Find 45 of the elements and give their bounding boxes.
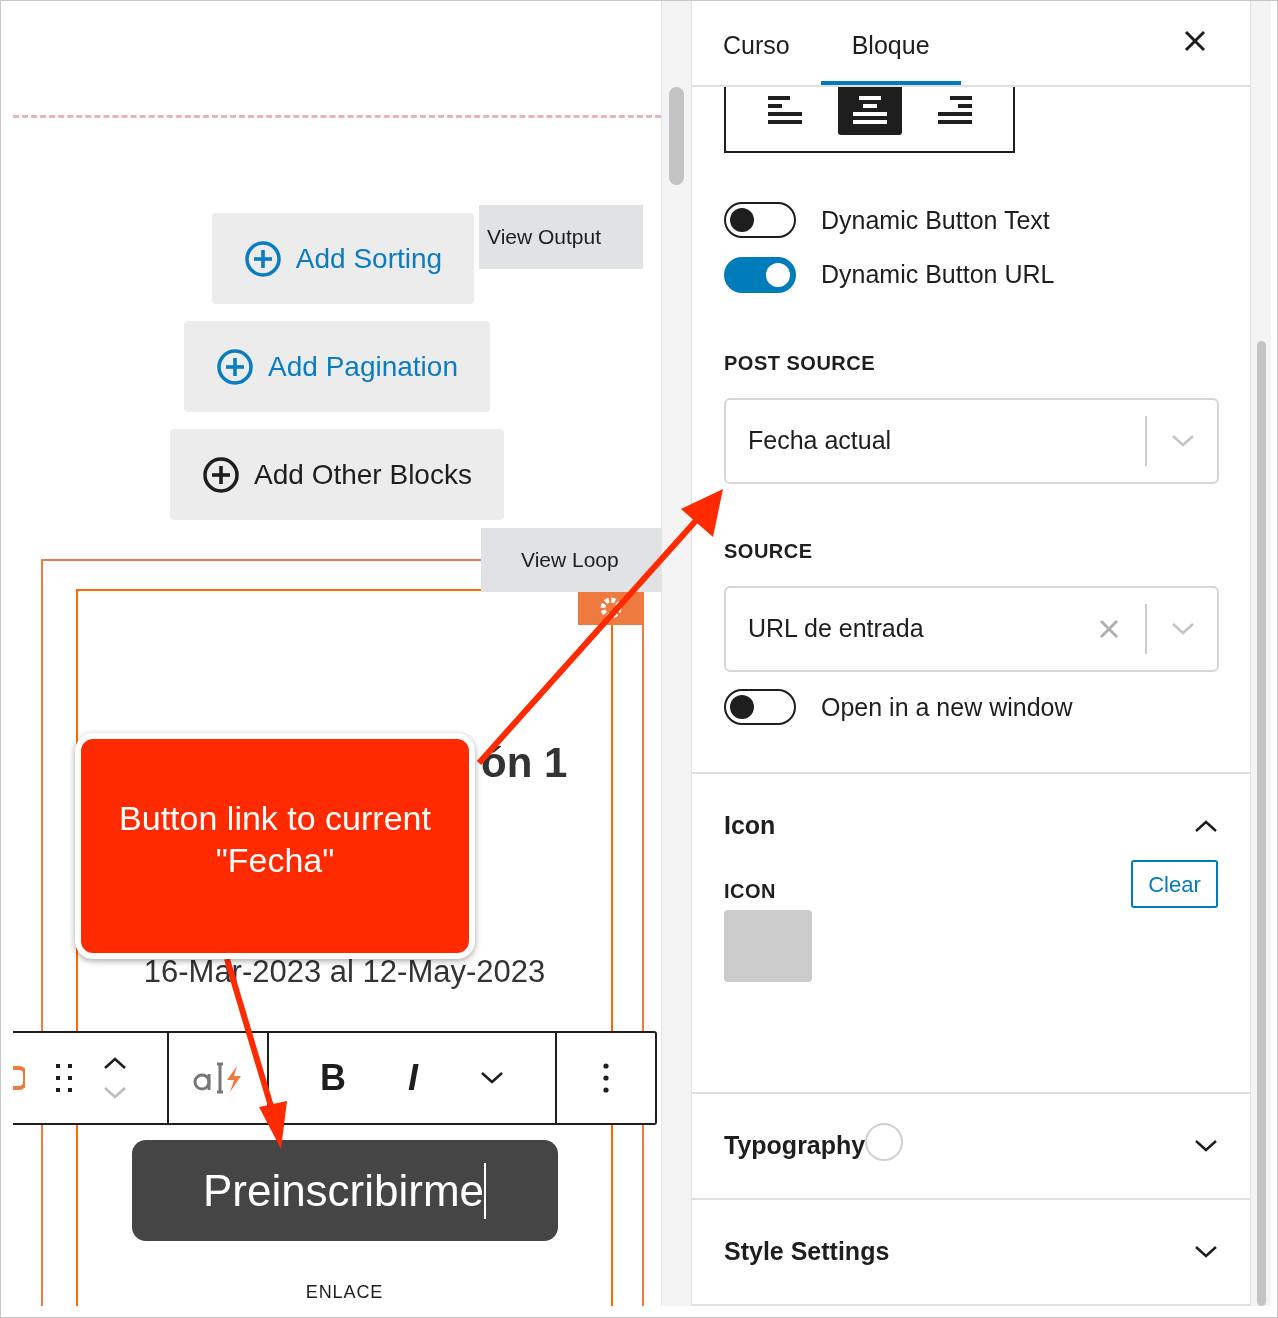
plus-circle-icon bbox=[202, 455, 241, 494]
add-block-button[interactable]: Add Other Blocks bbox=[170, 429, 504, 520]
panel-header[interactable]: Style Settings bbox=[724, 1200, 1218, 1304]
toggle-label: Dynamic Button Text bbox=[821, 204, 1050, 236]
add-block-button[interactable]: Add Sorting bbox=[211, 213, 475, 304]
chevron-down-icon bbox=[1171, 621, 1195, 636]
plus-circle-icon bbox=[243, 239, 282, 278]
dynamic-text-icon[interactable] bbox=[193, 1060, 243, 1096]
field-label: SOURCE bbox=[724, 538, 814, 564]
select-field[interactable]: Fecha actual bbox=[724, 397, 1219, 484]
toggle-label: Dynamic Button URL bbox=[821, 259, 1055, 290]
close-icon[interactable] bbox=[1184, 29, 1206, 52]
preinscribirme-button[interactable]: Preinscribirme bbox=[131, 1140, 558, 1241]
link-label: ENLACE bbox=[305, 1281, 384, 1304]
alignment-button[interactable] bbox=[837, 86, 902, 135]
toggle-switch[interactable] bbox=[724, 202, 796, 239]
select-field[interactable]: URL de entrada bbox=[724, 585, 1219, 672]
scrollbar-thumb[interactable] bbox=[1256, 341, 1266, 1306]
field-label: POST SOURCE bbox=[724, 350, 877, 376]
chevron-down-icon bbox=[1194, 1245, 1218, 1259]
chevron-down-icon bbox=[479, 1071, 504, 1085]
field-label: ICON bbox=[724, 879, 776, 904]
select-value: URL de entrada bbox=[748, 612, 925, 644]
block-type-icon[interactable] bbox=[13, 1064, 25, 1092]
italic-button[interactable]: I bbox=[407, 1051, 418, 1105]
more-options-icon[interactable] bbox=[603, 1063, 609, 1093]
chevron-down-icon bbox=[1171, 433, 1195, 448]
drag-handle-icon[interactable] bbox=[55, 1063, 73, 1093]
panel-header[interactable]: Typography bbox=[724, 1094, 1218, 1198]
chevron-up-icon bbox=[1194, 819, 1218, 833]
post-title: ón 1 bbox=[481, 737, 568, 788]
move-up-down-icon[interactable] bbox=[103, 1056, 127, 1100]
clear-button[interactable]: Clear bbox=[1131, 860, 1218, 908]
bold-button[interactable]: B bbox=[320, 1051, 346, 1105]
toggle-label: Open in a new window bbox=[821, 691, 1073, 723]
add-block-button[interactable]: Add Pagination bbox=[184, 321, 490, 412]
toggle-switch[interactable] bbox=[724, 689, 796, 726]
toggle-switch[interactable] bbox=[724, 256, 796, 293]
scrollbar-thumb[interactable] bbox=[669, 87, 684, 185]
sidebar-tab[interactable]: Curso bbox=[692, 11, 821, 85]
view-output-tab[interactable]: View Output bbox=[479, 205, 643, 269]
view-loop-tab[interactable]: View Loop bbox=[481, 527, 661, 592]
chevron-down-icon bbox=[1194, 1139, 1218, 1153]
plus-circle-icon bbox=[216, 347, 255, 386]
select-value: Fecha actual bbox=[748, 424, 893, 456]
